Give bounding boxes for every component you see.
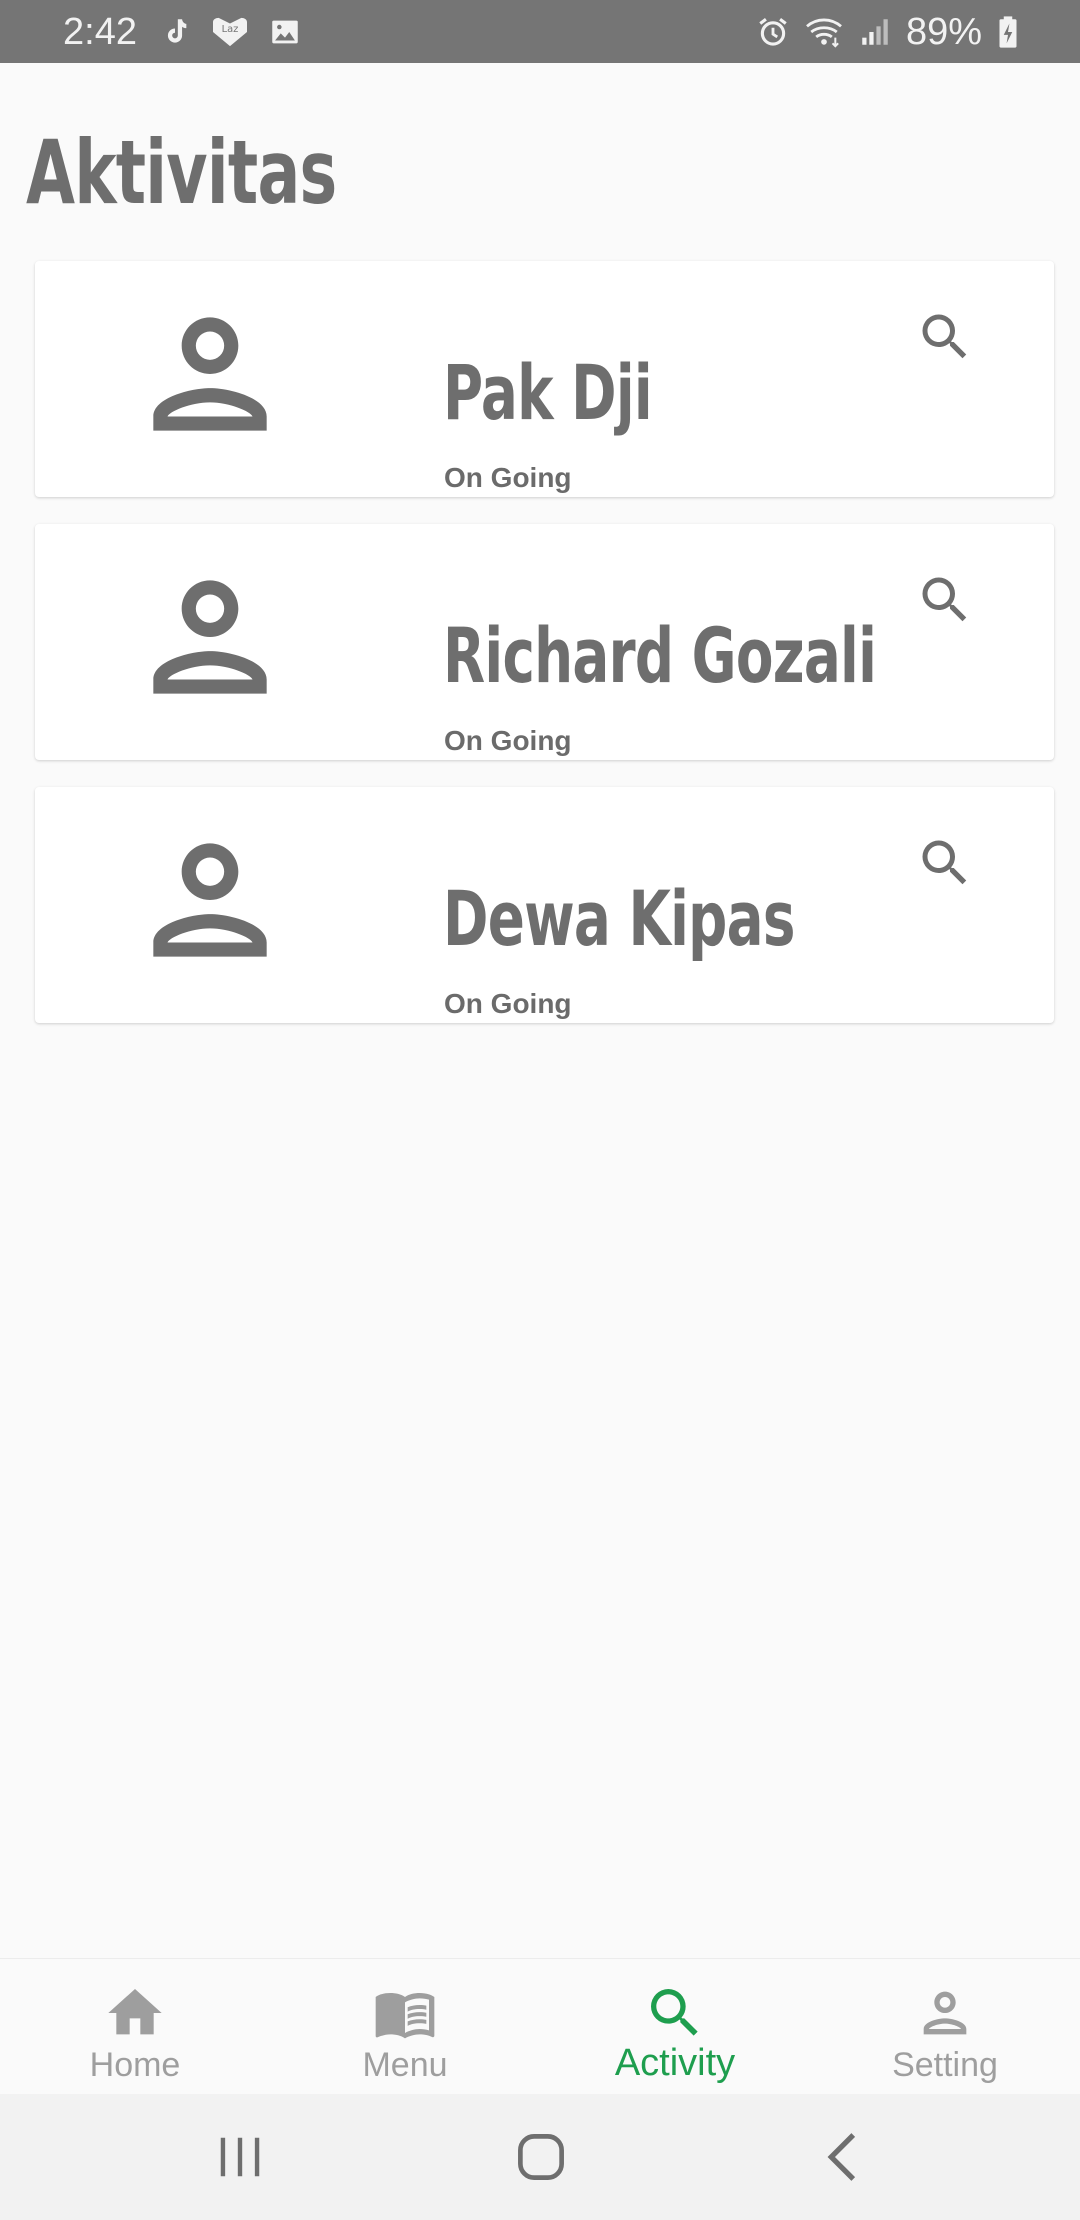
system-nav-bar [0, 2094, 1080, 2220]
page-title: Aktivitas [26, 121, 337, 224]
nav-item-menu[interactable]: Menu [270, 1959, 540, 2095]
search-icon[interactable] [915, 570, 975, 630]
status-time: 2:42 [63, 11, 137, 53]
person-icon [125, 289, 295, 459]
recents-icon[interactable] [207, 2124, 273, 2190]
wifi-icon [804, 15, 844, 49]
notification-icons: Laz [158, 14, 302, 50]
status-bar: 2:42 Laz 89% [0, 0, 1080, 63]
activity-name: Pak Dji [443, 348, 653, 437]
activity-name: Richard Gozali [443, 611, 877, 700]
person-icon [913, 1981, 977, 2045]
activity-status: On Going [444, 988, 572, 1019]
activity-name: Dewa Kipas [443, 874, 795, 963]
back-icon[interactable] [812, 2124, 878, 2190]
nav-label: Activity [614, 2042, 736, 2084]
bottom-nav: Home Menu Activity Setting [0, 1958, 1080, 2095]
nav-label: Menu [362, 2046, 448, 2084]
activity-card[interactable]: Pak Dji On Going [35, 261, 1054, 497]
home-circle-icon[interactable] [508, 2124, 574, 2190]
nav-item-setting[interactable]: Setting [810, 1959, 1080, 2095]
search-icon [643, 1981, 707, 2045]
activity-status: On Going [444, 725, 572, 756]
home-icon [103, 1981, 167, 2045]
gallery-icon [268, 15, 302, 49]
nav-label: Home [89, 2046, 181, 2084]
activity-status: On Going [444, 462, 572, 493]
nav-item-home[interactable]: Home [0, 1959, 270, 2095]
battery-charging-icon [996, 15, 1020, 49]
svg-text:Laz: Laz [222, 24, 239, 35]
search-icon[interactable] [915, 307, 975, 367]
nav-label: Setting [892, 2046, 998, 2084]
battery-percent: 89% [905, 11, 982, 53]
nav-item-activity[interactable]: Activity [540, 1959, 810, 2095]
activity-card[interactable]: Dewa Kipas On Going [35, 787, 1054, 1023]
lazada-icon: Laz [210, 15, 250, 49]
book-icon [373, 1981, 437, 2045]
person-icon [125, 552, 295, 722]
signal-icon [858, 15, 892, 49]
tiktok-icon [158, 15, 192, 49]
activity-card[interactable]: Richard Gozali On Going [35, 524, 1054, 760]
system-status-icons: 89% [756, 12, 1020, 52]
person-icon [125, 815, 295, 985]
alarm-icon [756, 15, 790, 49]
search-icon[interactable] [915, 833, 975, 893]
